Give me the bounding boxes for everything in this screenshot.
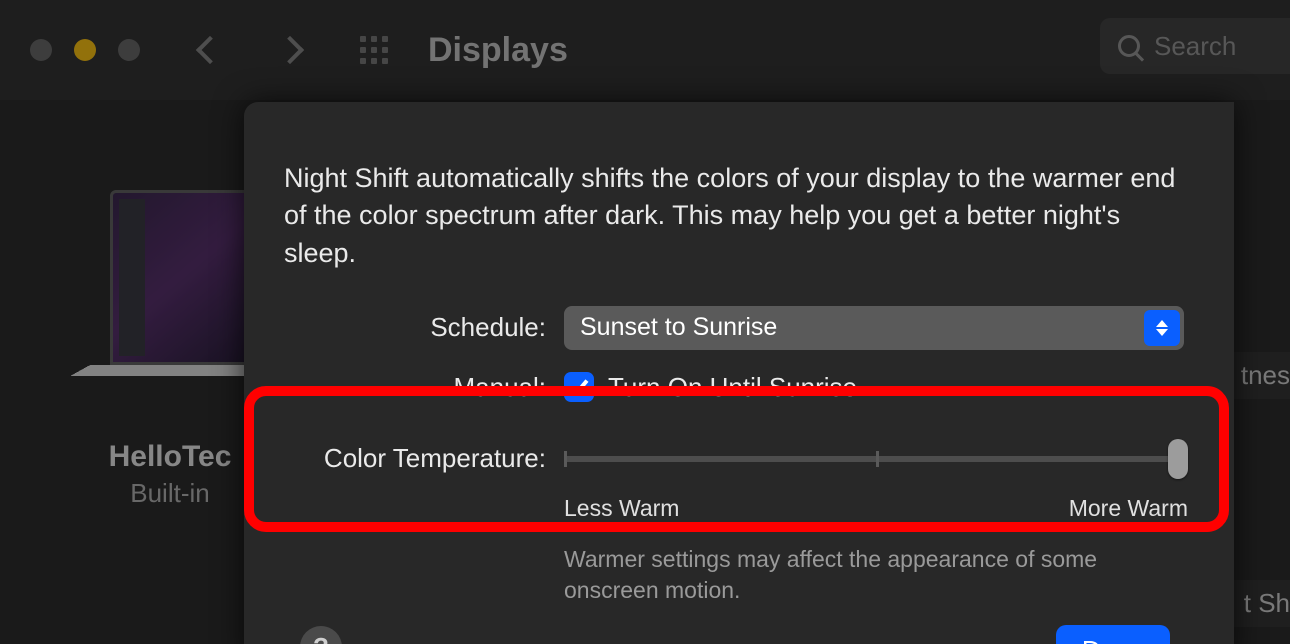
schedule-select[interactable]: Sunset to Sunrise (564, 306, 1184, 350)
display-sidebar: HelloTec Built-in (90, 190, 250, 509)
fullscreen-window-button[interactable] (118, 39, 140, 61)
laptop-thumbnail-icon (90, 190, 270, 410)
night-shift-description: Night Shift automatically shifts the col… (284, 160, 1194, 272)
done-button[interactable]: Done (1056, 625, 1170, 644)
color-temperature-label: Color Temperature: (284, 439, 564, 474)
window-titlebar: Displays Search (0, 0, 1290, 100)
help-button[interactable]: ? (300, 626, 342, 644)
schedule-label: Schedule: (284, 312, 564, 343)
color-temperature-row: Color Temperature: Less Warm More Warm (284, 439, 1194, 522)
search-placeholder: Search (1154, 31, 1236, 62)
select-chevrons-icon (1144, 310, 1180, 346)
color-temperature-slider[interactable] (564, 439, 1188, 479)
slider-max-label: More Warm (1069, 495, 1188, 522)
schedule-row: Schedule: Sunset to Sunrise (284, 306, 1194, 350)
background-tab-fragment: tnes (1231, 352, 1290, 399)
manual-checkbox-label: Turn On Until Sunrise (608, 372, 857, 403)
close-window-button[interactable] (30, 39, 52, 61)
device-name: HelloTec (90, 440, 250, 474)
manual-row: Manual: Turn On Until Sunrise (284, 372, 1194, 403)
color-temperature-footnote: Warmer settings may affect the appearanc… (564, 544, 1184, 606)
search-field[interactable]: Search (1100, 18, 1290, 74)
checkmark-icon (572, 377, 588, 394)
nav-arrows (200, 40, 300, 60)
slider-thumb[interactable] (1168, 439, 1188, 479)
window-title: Displays (428, 31, 568, 70)
all-preferences-icon[interactable] (360, 36, 388, 64)
help-icon: ? (313, 632, 329, 644)
manual-label: Manual: (284, 372, 564, 403)
back-button-icon[interactable] (196, 36, 224, 64)
window-controls (30, 39, 140, 61)
minimize-window-button[interactable] (74, 39, 96, 61)
search-icon (1118, 35, 1140, 57)
device-subtitle: Built-in (90, 478, 250, 509)
manual-checkbox[interactable] (564, 372, 594, 402)
forward-button-icon[interactable] (276, 36, 304, 64)
background-tab-fragment: t Sh (1234, 580, 1290, 627)
schedule-value: Sunset to Sunrise (580, 313, 777, 342)
slider-min-label: Less Warm (564, 495, 679, 522)
night-shift-sheet: Night Shift automatically shifts the col… (244, 102, 1234, 644)
